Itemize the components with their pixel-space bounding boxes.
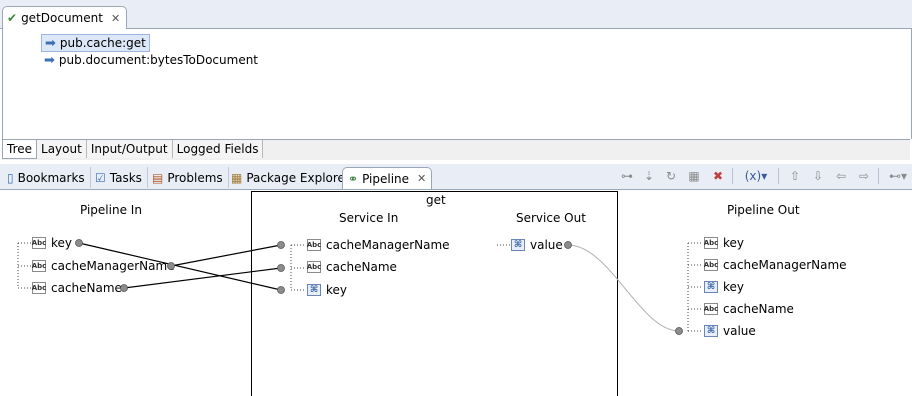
service-name: get xyxy=(426,193,446,207)
invoke-arrow-icon: ➡ xyxy=(44,52,55,68)
variable-icon[interactable]: (x)▾ xyxy=(739,167,773,185)
left-icon[interactable]: ⇦ xyxy=(832,167,850,185)
toolbar-separator xyxy=(878,168,879,184)
grid-icon[interactable]: ▦ xyxy=(685,167,703,185)
pipeline-out-field-key-object[interactable]: ⌘ key xyxy=(704,279,744,295)
editor-tab-bar xyxy=(0,0,912,29)
pipeline-in-field-cachename[interactable]: Abc cacheName xyxy=(32,280,122,296)
object-field-icon: ⌘ xyxy=(704,281,718,293)
pipeline-out-field-cachemanagername[interactable]: Abc cacheManagerName xyxy=(704,257,847,273)
tab-pipeline[interactable]: ⚭ Pipeline ✕ xyxy=(342,167,433,189)
pipeline-in-title: Pipeline In xyxy=(80,203,142,217)
flow-tree: ➡ pub.cache:get ➡ pub.document:bytesToDo… xyxy=(2,29,912,139)
pipeline-out-field-key[interactable]: Abc key xyxy=(704,235,744,251)
tab-tasks[interactable]: ☑ Tasks xyxy=(90,167,148,188)
toolbar-separator xyxy=(732,168,733,184)
tab-bookmarks[interactable]: ▯ Bookmarks xyxy=(2,167,91,188)
service-in-field-cachename[interactable]: Abc cacheName xyxy=(307,259,397,275)
object-field-icon: ⌘ xyxy=(307,284,321,296)
object-field-icon: ⌘ xyxy=(704,325,718,337)
service-in-field-cachemanagername[interactable]: Abc cacheManagerName xyxy=(307,237,450,253)
bookmark-icon: ▯ xyxy=(7,170,14,185)
tab-layout[interactable]: Layout xyxy=(37,140,87,158)
pipeline-out-field-cachename[interactable]: Abc cacheName xyxy=(704,301,794,317)
pipeline-in-field-cachemanagername[interactable]: Abc cacheManagerName xyxy=(32,258,175,274)
refresh-icon[interactable]: ↻ xyxy=(662,167,680,185)
string-field-icon: Abc xyxy=(306,261,322,273)
map-icon[interactable]: ⇣ xyxy=(640,167,658,185)
tab-input-output[interactable]: Input/Output xyxy=(86,140,173,158)
string-field-icon: Abc xyxy=(703,303,719,315)
tab-tree[interactable]: Tree xyxy=(2,140,38,159)
package-icon: ▦ xyxy=(231,170,243,185)
more-icon[interactable]: ⊷▾ xyxy=(886,167,910,185)
down-icon[interactable]: ⇩ xyxy=(809,167,827,185)
string-field-icon: Abc xyxy=(306,239,322,251)
editor-tab-getdocument[interactable]: ✔ getDocument ✕ xyxy=(2,6,128,29)
service-out-field-value[interactable]: ⌘ value xyxy=(511,237,563,253)
tree-item-bytes-to-document[interactable]: ➡ pub.document:bytesToDocument xyxy=(41,52,261,68)
string-field-icon: Abc xyxy=(31,260,47,272)
service-in-title: Service In xyxy=(339,211,399,225)
close-icon[interactable]: ✕ xyxy=(417,172,426,185)
toolbar-separator xyxy=(778,168,779,184)
string-field-icon: Abc xyxy=(31,237,47,249)
tasks-icon: ☑ xyxy=(95,170,106,185)
string-field-icon: Abc xyxy=(31,282,47,294)
string-field-icon: Abc xyxy=(703,237,719,249)
service-in-field-key[interactable]: ⌘ key xyxy=(307,282,347,298)
tab-logged-fields[interactable]: Logged Fields xyxy=(172,140,264,158)
delete-icon[interactable]: ✖ xyxy=(709,167,727,185)
right-icon[interactable]: ⇨ xyxy=(855,167,873,185)
object-field-icon: ⌘ xyxy=(511,239,525,251)
flow-service-icon: ✔ xyxy=(7,11,18,25)
pipeline-out-field-value[interactable]: ⌘ value xyxy=(704,323,756,339)
pipeline-out-title: Pipeline Out xyxy=(727,203,800,217)
views-tab-bar: ▯ Bookmarks ☑ Tasks ▤ Problems ▦ Package… xyxy=(0,164,912,190)
service-out-title: Service Out xyxy=(516,211,586,225)
close-icon[interactable]: ✕ xyxy=(111,12,120,25)
editor-bottom-tabs: Tree Layout Input/Output Logged Fields xyxy=(2,139,910,160)
problems-icon: ▤ xyxy=(152,170,164,185)
editor-tab-label: getDocument xyxy=(21,11,103,25)
pipeline-icon: ⚭ xyxy=(348,171,359,186)
invoke-arrow-icon: ➡ xyxy=(45,35,56,51)
up-icon[interactable]: ⇧ xyxy=(786,167,804,185)
tab-package-explorer[interactable]: ▦ Package Explorer xyxy=(226,167,356,188)
pipeline-in-field-key[interactable]: Abc key xyxy=(32,235,72,251)
string-field-icon: Abc xyxy=(703,259,719,271)
link-icon[interactable]: ⊶ xyxy=(618,167,636,185)
tree-item-cache-get[interactable]: ➡ pub.cache:get xyxy=(41,34,150,52)
tab-problems[interactable]: ▤ Problems xyxy=(147,167,229,188)
